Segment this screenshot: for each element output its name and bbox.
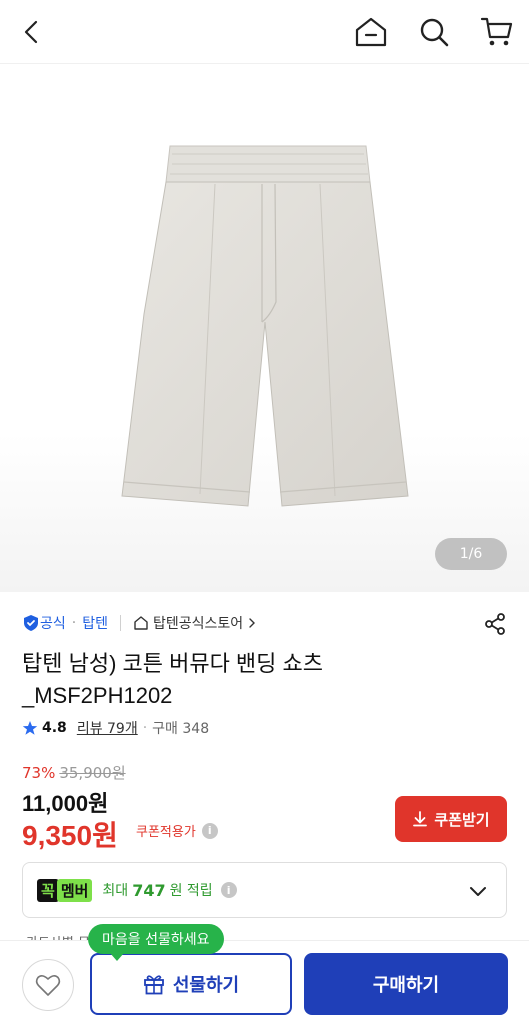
dot-separator: · <box>142 720 148 736</box>
gift-icon <box>143 975 164 995</box>
shield-check-icon <box>24 615 38 631</box>
store-name: 탑텐공식스토어 <box>152 616 244 632</box>
coupon-applied-label: 쿠폰적용가 <box>136 825 196 840</box>
dot-separator: · <box>71 615 77 631</box>
member-badge-part2: 멤버 <box>56 878 93 902</box>
brand-name: 탑텐 <box>82 616 108 632</box>
discount-row: 73% 35,900원 <box>22 762 126 783</box>
divider <box>119 615 121 631</box>
official-brand-link[interactable]: 공식 · 탑텐 <box>22 613 108 633</box>
gift-label: 선물하기 <box>172 975 240 996</box>
gift-tooltip: 마음을 선물하세요 <box>88 924 224 961</box>
coupon-applied-note: 쿠폰적용가 i <box>136 821 218 840</box>
buy-button[interactable]: 구매하기 <box>304 953 508 1015</box>
store-link[interactable]: 탑텐공식스토어 <box>133 613 257 633</box>
discount-rate: 73% <box>22 763 56 782</box>
image-counter: 1/6 <box>435 538 507 570</box>
membership-dropdown[interactable]: 꼭 멤버 최대 747 원 적립 i <box>22 862 507 918</box>
search-icon <box>420 18 449 47</box>
chevron-down-icon <box>470 887 486 896</box>
cart-button[interactable] <box>475 10 519 54</box>
share-icon <box>485 613 505 635</box>
brand-row: 공식 · 탑텐 탑텐공식스토어 <box>22 610 257 636</box>
wishlist-button[interactable] <box>22 959 74 1011</box>
info-icon[interactable]: i <box>201 822 218 839</box>
cart-icon <box>480 17 513 46</box>
product-image-gallery[interactable]: 1/6 <box>0 64 529 592</box>
product-title: 탑텐 남성) 코튼 버뮤다 밴딩 쇼츠 _MSF2PH1202 <box>22 648 492 712</box>
back-button[interactable] <box>10 10 54 54</box>
info-icon[interactable]: i <box>220 882 237 898</box>
store-home-icon <box>134 616 148 630</box>
product-title-line2: _MSF2PH1202 <box>22 683 173 708</box>
download-icon <box>413 811 428 827</box>
review-link[interactable]: 리뷰 79개 <box>77 718 138 738</box>
rating-row: 4.8 리뷰 79개 · 구매 348 <box>22 718 209 738</box>
member-points: 747 <box>132 880 166 900</box>
heart-icon <box>35 975 61 996</box>
original-price: 35,900원 <box>59 764 126 782</box>
get-coupon-button[interactable]: 쿠폰받기 <box>395 796 507 842</box>
search-button[interactable] <box>412 10 456 54</box>
star-icon <box>22 721 38 735</box>
chevron-left-icon <box>24 20 38 44</box>
share-button[interactable] <box>479 608 511 640</box>
gift-button[interactable]: 선물하기 <box>90 953 292 1015</box>
home-icon <box>355 17 387 47</box>
home-button[interactable] <box>349 10 393 54</box>
points-suffix: 원 적립 <box>169 883 213 899</box>
member-badge-part1: 꼭 <box>37 878 59 902</box>
bottom-action-bar: 선물하기 구매하기 <box>0 940 529 1024</box>
member-points-text: 최대 747 원 적립 i <box>102 880 237 900</box>
member-badge: 꼭 멤버 <box>37 878 93 902</box>
top-app-bar <box>0 0 529 64</box>
coupon-price: 9,350원 <box>22 820 118 851</box>
purchase-count: 구매 348 <box>152 721 210 737</box>
max-label: 최대 <box>102 883 129 899</box>
get-coupon-label: 쿠폰받기 <box>434 810 490 829</box>
buy-label: 구매하기 <box>372 975 440 996</box>
official-label: 공식 <box>40 616 66 632</box>
chevron-right-icon <box>249 618 256 628</box>
product-title-line1: 탑텐 남성) 코튼 버뮤다 밴딩 쇼츠 <box>22 651 324 676</box>
rating-score: 4.8 <box>42 720 67 736</box>
product-image <box>121 145 409 507</box>
